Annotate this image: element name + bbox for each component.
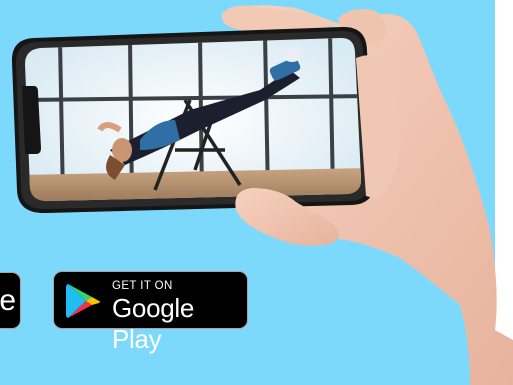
google-play-badge-small-label: GET IT ON xyxy=(112,280,173,292)
app-promo-banner: e GET IT ON Google Play xyxy=(0,0,513,385)
google-play-badge[interactable]: GET IT ON Google Play xyxy=(53,271,248,354)
google-play-icon xyxy=(66,284,100,318)
app-store-badge-label: e xyxy=(0,284,16,317)
app-store-badge[interactable]: e xyxy=(0,272,21,329)
google-play-badge-label: Google Play xyxy=(112,293,195,354)
